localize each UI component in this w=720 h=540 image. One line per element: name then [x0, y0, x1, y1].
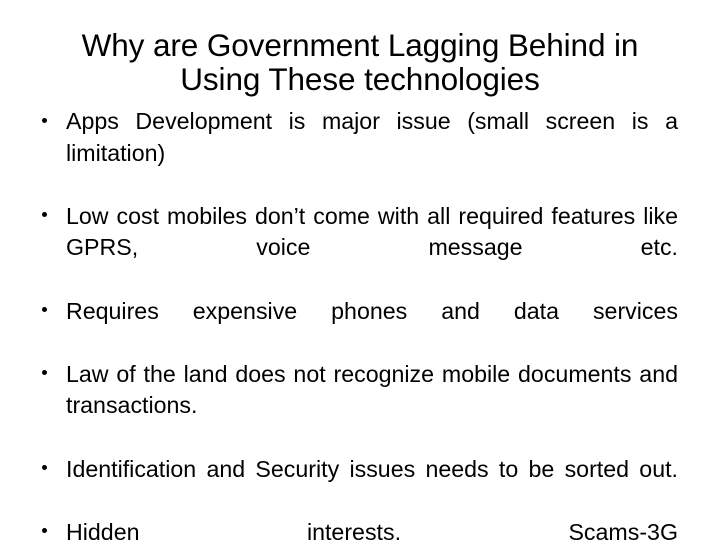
bullet-text: Law of the land does not recognize mobil… [66, 360, 678, 419]
bullet-dot-icon [42, 117, 47, 123]
bullet-item: Low cost mobiles don’t come with all req… [0, 201, 720, 296]
bullet-dot-icon [42, 307, 47, 313]
bullet-dot-icon [42, 528, 47, 534]
bullet-item: Identification and Security issues needs… [0, 454, 720, 517]
title-line-2: Using These technologies [180, 61, 540, 97]
slide-canvas: Why are Government Lagging Behind in Usi… [0, 0, 720, 540]
bullet-text: Requires expensive phones and data servi… [66, 297, 678, 324]
bullet-text: Apps Development is major issue (small s… [66, 108, 678, 166]
bullet-item: Requires expensive phones and data servi… [0, 296, 720, 359]
bullet-text: Hidden interests, Scams-3G [66, 518, 678, 540]
title-line-1: Why are Government Lagging Behind in [81, 27, 639, 63]
bullet-list: Apps Development is major issue (small s… [0, 106, 720, 540]
bullet-item: Hidden interests, Scams-3G [0, 517, 720, 540]
bullet-item: Law of the land does not recognize mobil… [0, 359, 720, 454]
bullet-dot-icon [42, 465, 47, 471]
slide-title: Why are Government Lagging Behind in Usi… [40, 28, 680, 96]
bullet-item: Apps Development is major issue (small s… [0, 106, 720, 201]
bullet-dot-icon [42, 212, 47, 218]
bullet-text: Identification and Security issues needs… [66, 455, 678, 482]
bullet-text: Low cost mobiles don’t come with all req… [66, 202, 678, 261]
bullet-dot-icon [42, 370, 47, 376]
